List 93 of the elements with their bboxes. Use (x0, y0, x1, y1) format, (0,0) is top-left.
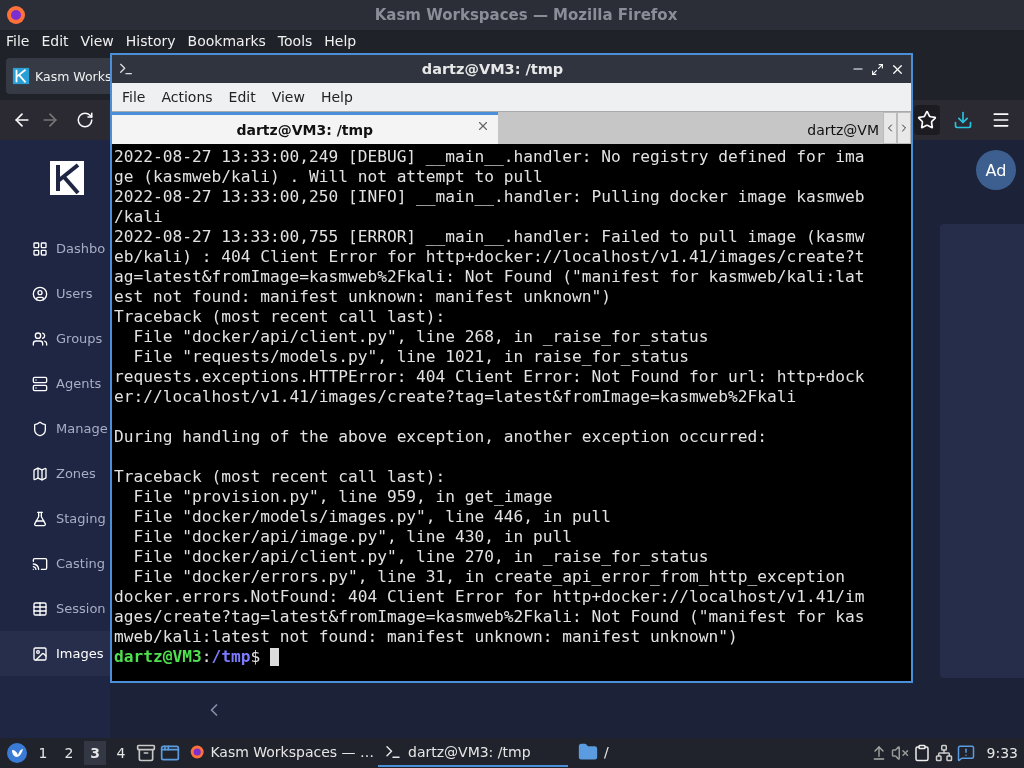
browser-tab[interactable]: Kasm Works (6, 58, 110, 94)
workspace-button[interactable]: 2 (58, 741, 80, 765)
output-line: During handling of the above exception, another exception occurred: (114, 427, 768, 447)
window-title: dartz@VM3: /tmp (420, 61, 565, 77)
logo-icon (50, 161, 84, 195)
shield-icon (32, 420, 48, 437)
kasm-icon (12, 67, 30, 85)
menu-item[interactable]: File (114, 89, 154, 105)
output-line: eb/kali) : 404 Client Error for http+docker://localhost/v1.41/images/create?t (114, 247, 866, 267)
menu-item[interactable]: View (263, 89, 313, 105)
output-line: Traceback (most recent call last): (114, 467, 447, 487)
output-line: est not found: manifest unknown: manifest unknown") (114, 287, 613, 307)
workspace-button[interactable]: 4 (110, 741, 132, 765)
output-line: requests.exceptions.HTTPError: 404 Client Error: Not Found for url: http+dock (114, 367, 866, 387)
network-icon[interactable] (934, 744, 953, 762)
output-line: 2022-08-27 13:33:00,249 [DEBUG] __main__.handler: No registry defined for ima (114, 147, 866, 167)
muted-speaker-icon[interactable] (890, 744, 909, 762)
dashboard-icon (32, 240, 48, 257)
clock: 9:33 (986, 745, 1018, 761)
casting-icon (32, 555, 48, 572)
prompt-path: /tmp (211, 647, 251, 667)
output-line: File "docker/api/image.py", line 430, in pull (132, 527, 574, 547)
zones-icon (32, 465, 48, 482)
menu-icon[interactable] (991, 110, 1011, 130)
menu-item[interactable]: Help (312, 89, 361, 105)
window-icon[interactable] (160, 743, 180, 763)
nav-item[interactable]: Images (0, 631, 110, 676)
file-cabinet-icon[interactable] (136, 743, 156, 763)
menu-item[interactable]: History (119, 33, 182, 49)
reload-icon[interactable] (76, 111, 94, 129)
staging-icon (32, 510, 48, 527)
groups-icon (32, 330, 48, 347)
nav-item[interactable]: Groups (0, 316, 110, 361)
terminal-tab[interactable]: dartz@VM3: /tmp (112, 112, 498, 144)
nav-item[interactable]: Agents (0, 361, 110, 406)
sessions-icon (32, 600, 48, 617)
output-line: ag=latest&fromImage=kasmweb%2Fkali: Not Found ("manifest for kasmweb/kali:lat (114, 267, 866, 287)
task-button[interactable]: / (572, 739, 762, 767)
window-title: Kasm Workspaces — Mozilla Firefox (373, 6, 679, 24)
nav-item[interactable]: Session (0, 586, 110, 631)
task-button[interactable]: Kasm Workspaces — … (184, 739, 374, 767)
output-line: File "docker/errors.py", line 31, in create_api_error_from_http_exception (132, 567, 846, 587)
output-line: File "requests/models.py", line 1021, in raise_for_status (132, 347, 690, 367)
menu-item[interactable]: Bookmarks (181, 33, 272, 49)
download-icon[interactable] (953, 110, 973, 130)
nav-item[interactable]: Casting (0, 541, 110, 586)
bookmark-button[interactable] (914, 105, 940, 135)
nav-item[interactable]: Manage (0, 406, 110, 451)
maximize-icon[interactable] (871, 62, 884, 76)
terminal-icon (118, 61, 134, 77)
workspace-button[interactable]: 1 (32, 741, 54, 765)
terminal-icon (384, 743, 402, 761)
output-line: /kali (114, 207, 164, 227)
output-line: mweb/kali:latest not found: manifest unknown: manifest unknown") (114, 627, 739, 647)
menu-item[interactable]: Edit (220, 89, 264, 105)
menu-item[interactable]: File (0, 33, 36, 49)
workspace-button[interactable]: 3 (84, 741, 106, 765)
prompt-symbol: $ (250, 647, 261, 667)
nav-item[interactable]: Zones (0, 451, 110, 496)
user-avatar[interactable]: Ad (976, 150, 1016, 190)
folder-icon (578, 742, 598, 762)
prompt-user: dartz@VM3 (114, 647, 202, 667)
output-line: ages/create?tag=latest&fromImage=kasmweb%2Fkali: Not Found ("manifest for kas (114, 607, 866, 627)
output-line: File "docker/api/client.py", line 268, in _raise_for_status (132, 327, 710, 347)
agents-icon (32, 375, 48, 392)
prompt-separator: : (201, 647, 212, 667)
output-line: File "docker/models/images.py", line 446, in pull (132, 507, 613, 527)
output-line: 2022-08-27 13:33:00,755 [ERROR] __main__.handler: Failed to pull image (kasmw (114, 227, 866, 247)
output-line: docker.errors.NotFound: 404 Client Error for http+docker://localhost/v1.41/im (114, 587, 866, 607)
output-line: ge (kasmweb/kali) . Will not attempt to pull (114, 167, 544, 187)
menu-item[interactable]: Tools (271, 33, 319, 49)
output-line: Traceback (most recent call last): (114, 307, 447, 327)
nav-item[interactable]: Users (0, 271, 110, 316)
menu-item[interactable]: Edit (35, 33, 75, 49)
output-line: 2022-08-27 13:33:00,250 [INFO] __main__.handler: Pulling docker image kasmweb (114, 187, 866, 207)
users-icon (32, 285, 48, 302)
nav-item[interactable]: Dashbo (0, 226, 110, 271)
cursor (270, 648, 280, 666)
task-button[interactable]: dartz@VM3: /tmp (378, 739, 568, 767)
clipboard-icon[interactable] (912, 744, 931, 762)
output-line: File "provision.py", line 959, in get_image (132, 487, 554, 507)
menu-item[interactable]: Help (318, 33, 363, 49)
output-line: er://localhost/v1.41/images/create?tag=latest&fromImage=kasmweb%2Fkali (114, 387, 798, 407)
start-menu-icon[interactable] (6, 742, 28, 764)
star-icon (917, 110, 937, 130)
firefox-icon (6, 5, 26, 25)
notification-icon[interactable] (956, 744, 975, 762)
nav-item[interactable]: Staging (0, 496, 110, 541)
menu-item[interactable]: View (74, 33, 120, 49)
scroll-left-button[interactable] (883, 112, 897, 144)
output-line: File "docker/api/client.py", line 270, in _raise_for_status (132, 547, 710, 567)
images-icon (32, 645, 48, 662)
menu-item[interactable]: Actions (153, 89, 221, 105)
